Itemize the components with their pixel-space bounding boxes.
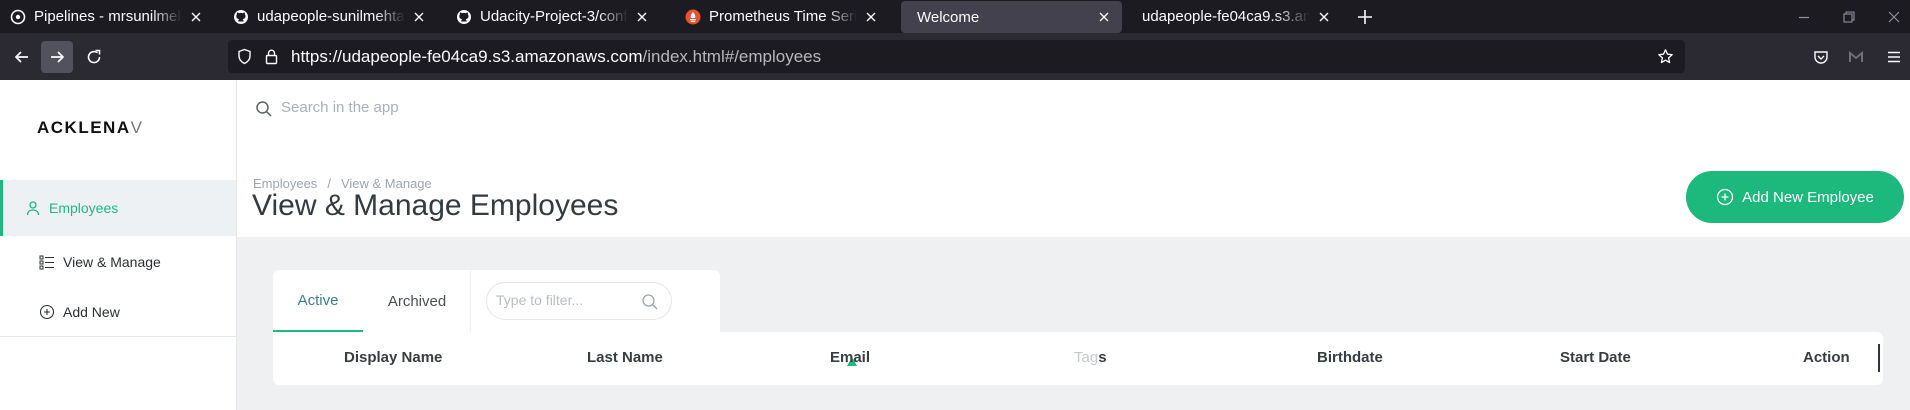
close-tab-icon[interactable] [634,9,650,25]
search-input[interactable]: Search in the app [281,99,399,116]
column-header-last-name[interactable]: Last Name [587,349,663,366]
close-window-icon[interactable] [1885,8,1903,26]
tab-title: udapeople-sunilmehta-p [257,8,405,25]
forward-arrow-icon[interactable] [41,41,73,73]
scrollbar[interactable] [1878,344,1880,372]
app-search[interactable]: Search in the app [237,80,1910,138]
reload-icon[interactable] [78,41,110,73]
browser-tab[interactable]: udapeople-sunilmehta-p [223,0,437,33]
github-icon [233,9,249,25]
prometheus-icon [685,9,701,25]
logo-text-tail: V [130,118,144,137]
tab-title: Welcome [917,8,980,26]
close-tab-icon[interactable] [863,9,879,25]
search-icon[interactable] [641,293,659,311]
company-logo[interactable]: ACKLENAV [37,118,143,138]
logo-text: ACKLENA [37,118,131,137]
content-area: Active Archived Type to filter... Displa… [237,237,1910,410]
browser-tab[interactable]: Udacity-Project-3/config [446,0,660,33]
column-header-display-name[interactable]: Display Name [344,349,442,366]
close-tab-icon[interactable] [188,9,204,25]
browser-tab[interactable]: Pipelines - mrsunilmehta/ [0,0,214,33]
tab-label: Active [297,291,339,309]
tab-title: udapeople-fe04ca9.s3.amaz [1142,8,1310,25]
sidebar-item-view-manage[interactable]: View & Manage [0,234,236,290]
page-title: View & Manage Employees [252,189,619,222]
search-icon [255,100,273,118]
sidebar-item-employees[interactable]: Employees [0,180,236,236]
extension-icon[interactable] [1847,48,1865,66]
browser-tab-active[interactable]: Welcome [901,1,1122,33]
plus-circle-icon [1716,188,1734,206]
column-header-tags-end: s [1098,349,1107,366]
column-header-birthdate[interactable]: Birthdate [1317,349,1383,366]
hamburger-menu-icon[interactable] [1885,48,1903,66]
sidebar-item-label: View & Manage [63,254,161,270]
browser-tab-bar: Pipelines - mrsunilmehta/ udapeople-suni… [0,0,1910,33]
browser-tab[interactable]: udapeople-fe04ca9.s3.amaz [1122,0,1342,33]
sidebar-item-label: Employees [49,200,119,216]
column-header-tags[interactable]: Tags [1074,349,1107,366]
sidebar-item-add-new[interactable]: Add New [0,284,236,340]
add-button-label: Add New Employee [1742,188,1874,206]
tab-label: Archived [387,292,447,310]
minimize-icon[interactable] [1795,8,1813,26]
column-header-email[interactable]: Email [830,349,870,366]
close-tab-icon[interactable] [1316,9,1332,25]
web-page: ACKLENAV Employees View & Manage Add New [0,80,1910,410]
tab-archived[interactable]: Archived [377,270,457,332]
sidebar-divider [0,336,236,337]
browser-tab[interactable]: Prometheus Time Series C [675,0,889,33]
tab-divider [470,270,471,332]
column-header-start-date[interactable]: Start Date [1560,349,1631,366]
filter-input[interactable]: Type to filter... [486,282,672,320]
shield-icon[interactable] [236,48,253,65]
github-icon [456,9,472,25]
url-host: https://udapeople-fe04ca9.s3.amazonaws.c… [291,47,643,66]
sidebar-item-label: Add New [63,304,120,320]
main-area: Search in the app Employees / View & Manag… [237,80,1910,410]
column-header-tags-faded: Tag [1074,349,1099,366]
tab-title: Udacity-Project-3/config [480,8,628,25]
plus-circle-icon [39,304,55,320]
column-header-action[interactable]: Action [1803,349,1850,366]
pocket-icon[interactable] [1812,48,1830,66]
user-icon [25,200,41,216]
list-icon [39,254,55,270]
address-bar[interactable]: https://udapeople-fe04ca9.s3.amazonaws.c… [228,40,1685,73]
employee-table-header: Display Name Last Name Email Tags Birthd… [273,332,1883,385]
tab-title: Prometheus Time Series C [709,8,857,25]
sidebar: ACKLENAV Employees View & Manage Add New [0,80,237,410]
back-arrow-icon[interactable] [6,41,38,73]
url-path: /index.html#/employees [642,47,822,66]
add-new-employee-button[interactable]: Add New Employee [1686,171,1904,223]
browser-nav-bar: https://udapeople-fe04ca9.s3.amazonaws.c… [0,33,1910,80]
close-tab-icon[interactable] [411,9,427,25]
new-tab-plus-icon[interactable] [1356,8,1374,26]
tab-title: Pipelines - mrsunilmehta/ [34,8,182,25]
tab-active[interactable]: Active [273,270,363,332]
close-tab-icon[interactable] [1096,9,1112,25]
url-text[interactable]: https://udapeople-fe04ca9.s3.amazonaws.c… [291,47,821,67]
bookmark-star-icon[interactable] [1657,48,1674,65]
employee-tabs: Active Archived Type to filter... [273,270,720,332]
circleci-icon [10,9,26,25]
lock-icon[interactable] [263,48,280,65]
filter-placeholder: Type to filter... [496,292,584,308]
restore-icon[interactable] [1840,8,1858,26]
